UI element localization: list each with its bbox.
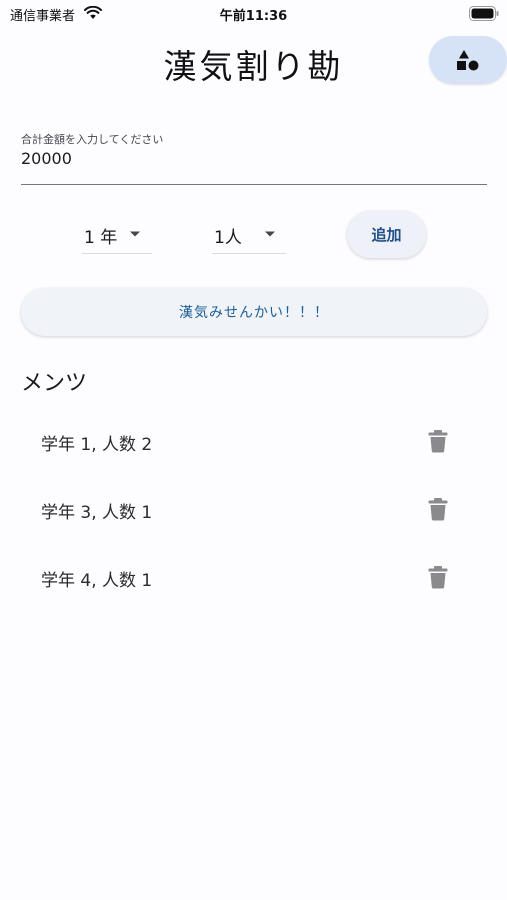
trash-icon[interactable]: [428, 565, 448, 589]
amount-label: 合計金額を入力してください: [21, 133, 164, 146]
battery-icon: [469, 6, 499, 21]
app-screen: 通信事業者 午前11:36 漢気割り勘 合計金額を入力してください 1 年: [0, 0, 507, 900]
grade-dropdown-underline: [82, 253, 152, 254]
status-time: 午前11:36: [219, 9, 288, 24]
shapes-button[interactable]: [429, 36, 507, 84]
add-button[interactable]: 追加: [347, 211, 426, 258]
trash-icon[interactable]: [428, 497, 448, 521]
count-dropdown-underline: [212, 253, 286, 254]
grade-dropdown[interactable]: 1 年: [82, 220, 152, 254]
chevron-down-icon: [265, 231, 275, 237]
count-dropdown[interactable]: 1人: [212, 220, 286, 254]
members-section-title: メンツ: [21, 371, 88, 396]
calculate-button[interactable]: 漢気みせんかい！！！: [21, 288, 487, 336]
count-dropdown-value: 1人: [214, 228, 242, 248]
amount-underline: [21, 184, 487, 185]
member-list-item: 学年 4, 人数 1: [0, 550, 507, 606]
amount-input[interactable]: [21, 149, 486, 168]
member-list-item: 学年 3, 人数 1: [0, 482, 507, 538]
member-item-label: 学年 3, 人数 1: [41, 503, 153, 523]
shapes-icon: [457, 50, 479, 71]
member-item-label: 学年 4, 人数 1: [41, 571, 153, 591]
status-bar: 通信事業者 午前11:36: [0, 0, 507, 28]
grade-dropdown-value: 1 年: [84, 228, 118, 248]
chevron-down-icon: [130, 231, 140, 237]
trash-icon[interactable]: [428, 429, 448, 453]
member-item-label: 学年 1, 人数 2: [41, 435, 153, 455]
calculate-button-label: 漢気みせんかい！！！: [179, 305, 329, 321]
member-list-item: 学年 1, 人数 2: [0, 414, 507, 470]
